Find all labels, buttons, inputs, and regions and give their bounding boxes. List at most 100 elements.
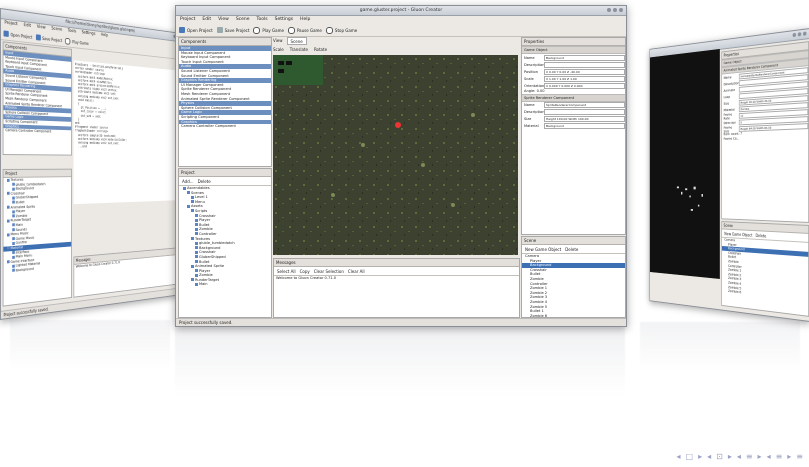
sprite-property-field[interactable] [544, 109, 625, 116]
property-field[interactable]: X 0.00 Y 0.00 Z -40.00 [544, 68, 625, 75]
main-menu-project[interactable]: Project [180, 16, 195, 24]
main-stop-game-button[interactable]: Stop Game [325, 26, 357, 34]
project-title: Project [179, 169, 271, 177]
nav-glyph-icon[interactable]: ◂ [707, 452, 711, 461]
property-field[interactable]: Background [544, 54, 625, 61]
scene-delete-button[interactable]: Delete [565, 247, 578, 252]
file-icon [7, 219, 10, 223]
nav-glyph-icon[interactable]: ◂ [767, 452, 771, 461]
right-property-label: Frame Rate [723, 112, 733, 121]
file-icon [12, 250, 15, 255]
project-toolbar: Add... Delete [179, 177, 271, 186]
right-scene-viewport[interactable] [650, 48, 720, 279]
project-tree-label: Assets [191, 204, 203, 209]
property-field[interactable]: X 1.00 Y 1.00 Z 1.00 [544, 75, 625, 82]
nav-glyph-icon[interactable]: ⊡ [716, 452, 723, 461]
play-icon [65, 37, 71, 45]
sprite-property-row: Name SpriteRendererComponent [522, 102, 625, 109]
scene-viewport[interactable] [273, 55, 518, 255]
folder-icon [195, 282, 198, 286]
project-delete-button[interactable]: Delete [198, 179, 211, 184]
main-menu-scene[interactable]: Scene [236, 16, 250, 24]
new-game-object-button[interactable]: New Game Object [525, 247, 561, 252]
maximize-button[interactable] [613, 8, 617, 12]
minimize-button[interactable] [607, 8, 611, 12]
menu-tools[interactable]: Tools [68, 28, 77, 37]
save-project-button[interactable]: Save Project [35, 34, 62, 43]
main-save-project-button[interactable]: Save Project [216, 27, 249, 33]
sprite-property-field[interactable]: Height 100.00 Width 100.00 [544, 116, 625, 123]
main-menu-view[interactable]: View [218, 16, 229, 24]
main-pause-game-button[interactable]: Pause Game [287, 26, 322, 34]
left-components-panel: Components Input Mouse Input Component Key… [2, 41, 72, 156]
code-line: ...end [75, 144, 87, 149]
project-tree-label: Zombie [199, 227, 213, 232]
right-delete-button[interactable]: Delete [756, 233, 767, 238]
play-game-button[interactable]: Play Game [65, 37, 89, 46]
file-icon [12, 200, 15, 205]
nav-glyph-icon[interactable]: ≡ [796, 452, 803, 461]
sprite-property-field[interactable]: Background [544, 123, 625, 130]
scene-terrain [273, 55, 518, 255]
right-new-game-object-button[interactable]: New Game Object [724, 231, 752, 237]
select-all-button[interactable]: Select All [277, 269, 296, 274]
tab-scene[interactable]: Scene [286, 37, 307, 45]
close-button[interactable] [619, 8, 623, 12]
folder-icon [191, 200, 194, 204]
nav-glyph-icon[interactable]: ◂ [737, 452, 741, 461]
main-open-project-button[interactable]: Open Project [179, 27, 213, 33]
nav-glyph-icon[interactable]: ◂ [677, 452, 681, 461]
nav-glyph-icon[interactable]: □ [686, 452, 694, 461]
nav-glyph-icon[interactable]: ▸ [728, 452, 732, 461]
menu-view[interactable]: View [37, 24, 46, 33]
main-menu-edit[interactable]: Edit [202, 16, 211, 24]
main-menu-settings[interactable]: Settings [275, 16, 293, 24]
left-comp-item[interactable]: Camera Controller Component [4, 128, 72, 134]
nav-glyph-icon[interactable]: ≡ [746, 452, 753, 461]
file-icon [7, 205, 10, 209]
project-tree-label: Crosshair [199, 250, 216, 255]
comp-item[interactable]: Camera Controller Component [179, 124, 271, 129]
clear-all-button[interactable]: Clear All [348, 269, 365, 274]
folder-icon [195, 241, 198, 245]
main-toolbar: Open Project Save Project Play Game Paus… [176, 24, 626, 37]
nav-glyph-icon[interactable]: ▸ [787, 452, 791, 461]
scene-tab-bar: View Scene [273, 37, 518, 45]
nav-glyph-icon[interactable]: ▸ [698, 452, 702, 461]
clear-selection-button[interactable]: Clear Selection [314, 269, 344, 274]
project-tree-label: Player [199, 218, 211, 223]
project-add-button[interactable]: Add... [182, 179, 194, 184]
project-tree-label: Controller [199, 231, 217, 236]
open-project-button[interactable]: Open Project [3, 30, 32, 39]
nav-glyph-icon[interactable]: ▸ [758, 452, 762, 461]
components-title: Components [179, 38, 271, 46]
scale-tool[interactable]: Scale [273, 46, 284, 54]
scene-panel-title: Scene [522, 237, 625, 245]
components-panel: Components Input Mouse Input Component Key… [178, 37, 272, 167]
menu-edit[interactable]: Edit [24, 22, 31, 31]
main-menu-tools[interactable]: Tools [257, 16, 268, 24]
main-menu-help[interactable]: Help [300, 16, 310, 24]
nav-glyph-icon[interactable]: ≡ [776, 452, 783, 461]
translate-tool[interactable]: Translate [290, 46, 308, 54]
project-tree-label: Level 1 [195, 195, 208, 200]
right-scene-panel: Scene New Game Object Delete Camera Playe… [721, 221, 809, 317]
copy-button[interactable]: Copy [300, 269, 310, 274]
right-window: Properties Game Object Animated Sprite R… [649, 28, 809, 322]
project-tree-item[interactable]: Main [179, 282, 271, 287]
folder-icon [195, 269, 198, 273]
folder-icon [179, 27, 185, 33]
property-field[interactable]: X 0.000 Y 0.000 Z 0.000 [544, 82, 625, 89]
menu-help[interactable]: Help [101, 32, 108, 40]
menu-scene[interactable]: Scene [51, 26, 62, 35]
file-icon [7, 260, 10, 264]
folder-icon [195, 260, 198, 263]
main-menubar: Project Edit View Scene Tools Settings H… [176, 16, 626, 24]
pause-icon [287, 26, 295, 34]
main-play-game-button[interactable]: Play Game [253, 26, 284, 34]
folder-icon [191, 264, 194, 268]
sprite-property-field[interactable]: SpriteRendererComponent [544, 102, 625, 109]
property-field[interactable] [544, 61, 625, 68]
rotate-tool[interactable]: Rotate [314, 46, 327, 54]
folder-icon [195, 218, 198, 222]
